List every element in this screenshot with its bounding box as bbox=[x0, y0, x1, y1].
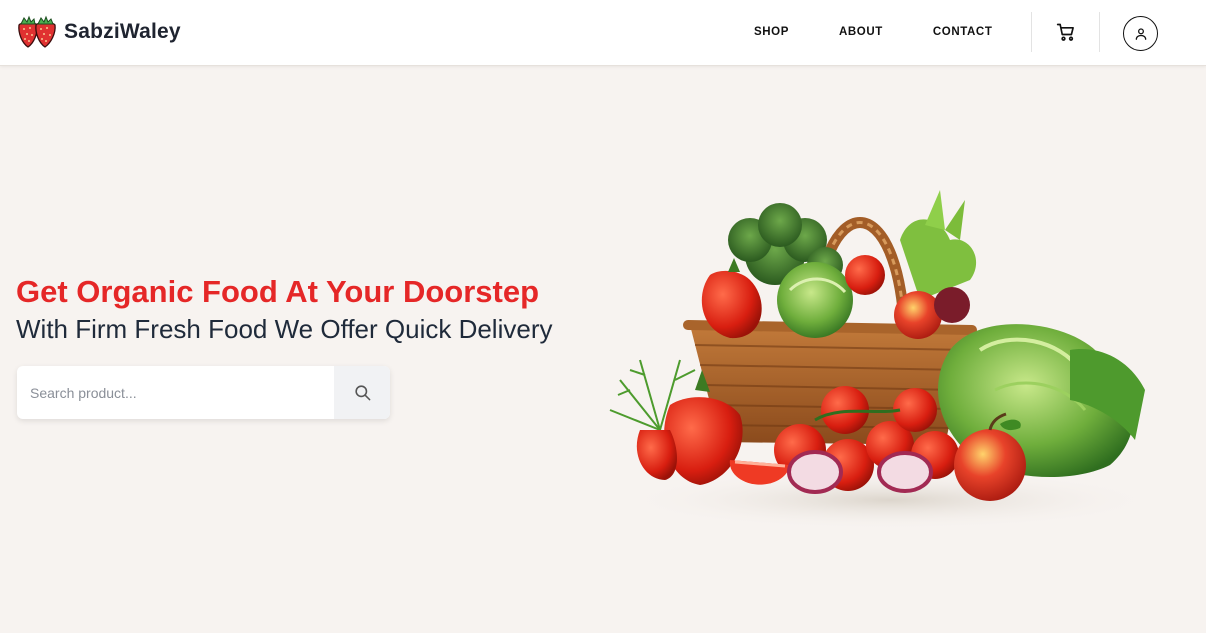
vegetable-basket-icon bbox=[609, 190, 1160, 530]
nav-link-contact[interactable]: CONTACT bbox=[919, 26, 1007, 38]
strawberry-icon bbox=[18, 15, 56, 48]
nav-link-shop[interactable]: SHOP bbox=[740, 26, 803, 38]
brand-home-link[interactable]: SabziWaley bbox=[16, 12, 181, 52]
search-icon bbox=[354, 385, 370, 401]
brand-name: SabziWaley bbox=[64, 20, 181, 43]
top-navbar: SabziWaley SHOP ABOUT CONTACT bbox=[0, 0, 1206, 66]
cart-button[interactable] bbox=[1050, 16, 1082, 48]
main-nav: SHOP ABOUT CONTACT bbox=[740, 0, 1006, 64]
nav-divider bbox=[1031, 12, 1032, 52]
search-input[interactable] bbox=[17, 366, 334, 419]
search-form bbox=[17, 366, 390, 419]
cart-icon bbox=[1056, 23, 1074, 41]
account-button[interactable] bbox=[1123, 16, 1158, 51]
search-button[interactable] bbox=[334, 366, 390, 419]
hero-subtitle: With Firm Fresh Food We Offer Quick Deli… bbox=[16, 314, 553, 344]
nav-divider bbox=[1099, 12, 1100, 52]
user-icon bbox=[1135, 27, 1146, 40]
nav-link-about[interactable]: ABOUT bbox=[825, 26, 897, 38]
hero-title: Get Organic Food At Your Doorstep bbox=[16, 274, 540, 309]
